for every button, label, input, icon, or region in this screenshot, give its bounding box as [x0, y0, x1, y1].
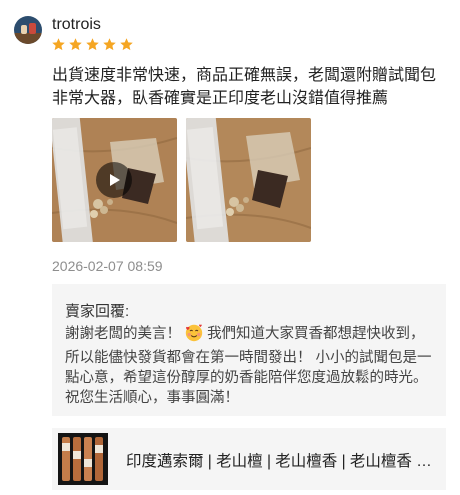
- star-icon: [120, 38, 133, 51]
- review-timestamp: 2026-02-07 08:59: [52, 258, 163, 274]
- product-thumbnail[interactable]: [58, 433, 108, 485]
- seller-reply-text: 謝謝老闆的美言！ 我們知道大家買香都想趕快收到，所以能儘快發貨都會在第一時間發出…: [65, 324, 432, 406]
- play-icon[interactable]: [96, 162, 132, 198]
- reviewer-username[interactable]: trotrois: [52, 16, 101, 34]
- review-text: 出貨速度非常快速，商品正確無誤，老闆還附贈試聞包 非常大器，臥香確實是正印度老山沒…: [52, 67, 437, 107]
- star-icon: [86, 38, 99, 51]
- product-card[interactable]: 印度邁索爾 | 老山檀 | 老山檀香 | 老山檀香 精選 臥香: [52, 428, 446, 490]
- seller-reply-box: 賣家回覆: 謝謝老闆的美言！ 我們知道大家買香都想趕快收到，所以能儘快發貨都會在…: [52, 284, 446, 416]
- star-icon: [103, 38, 116, 51]
- reviewer-avatar[interactable]: [14, 16, 42, 44]
- seller-reply-label: 賣家回覆:: [65, 303, 130, 320]
- product-title[interactable]: 印度邁索爾 | 老山檀 | 老山檀香 | 老山檀香 精選 臥香: [126, 449, 438, 471]
- review-image-thumbnail[interactable]: [186, 118, 311, 242]
- star-icon: [69, 38, 82, 51]
- star-icon: [52, 38, 65, 51]
- smiling-face-with-hearts-icon: [185, 324, 203, 348]
- review-video-thumbnail[interactable]: [52, 118, 177, 242]
- star-rating: [51, 37, 134, 52]
